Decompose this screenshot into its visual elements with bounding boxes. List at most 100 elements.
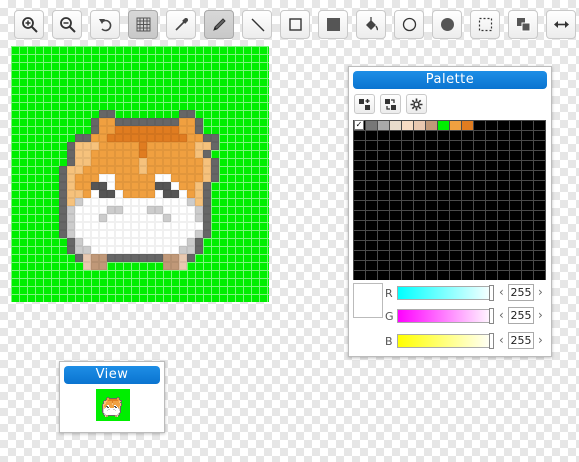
canvas-pixel <box>155 134 163 142</box>
canvas-pixel <box>139 134 147 142</box>
canvas-pixel <box>91 238 99 246</box>
canvas-pixel <box>99 134 107 142</box>
channel-slider[interactable] <box>397 333 494 349</box>
palette-swatches[interactable] <box>353 120 546 280</box>
undo-button[interactable] <box>90 10 120 39</box>
canvas-pixel <box>147 246 155 254</box>
chevron-right-icon[interactable]: › <box>538 285 543 299</box>
chevron-left-icon[interactable]: ‹ <box>499 285 504 299</box>
pixel-canvas[interactable] <box>11 46 269 302</box>
select-button[interactable] <box>470 10 500 39</box>
canvas-pixel <box>171 262 179 270</box>
channel-slider[interactable] <box>397 285 494 301</box>
canvas-pixel <box>195 182 203 190</box>
slider-thumb[interactable] <box>489 333 494 349</box>
canvas-pixel <box>211 174 219 182</box>
palette-select-checkbox[interactable]: ✓ <box>354 120 364 130</box>
slider-thumb[interactable] <box>489 308 494 324</box>
slider-thumb[interactable] <box>489 285 494 301</box>
canvas-pixel <box>147 134 155 142</box>
canvas-pixel <box>163 206 171 214</box>
gear-icon <box>410 98 423 111</box>
ellipse-button[interactable] <box>394 10 424 39</box>
canvas-pixel <box>123 206 131 214</box>
palette-settings-button[interactable] <box>406 94 427 114</box>
canvas-pixel <box>91 214 99 222</box>
canvas-pixel <box>179 214 187 222</box>
fill-button[interactable] <box>356 10 386 39</box>
chevron-right-icon[interactable]: › <box>538 308 543 322</box>
canvas-pixel <box>187 238 195 246</box>
canvas-pixel <box>163 126 171 134</box>
filled-rectangle-button[interactable] <box>318 10 348 39</box>
canvas-pixel <box>195 198 203 206</box>
zoom-out-button[interactable] <box>52 10 82 39</box>
canvas-pixel <box>75 190 83 198</box>
grid-button[interactable] <box>128 10 158 39</box>
channel-value[interactable]: 255 <box>508 307 534 324</box>
canvas-pixel <box>91 190 99 198</box>
canvas-pixel <box>123 198 131 206</box>
canvas-pixel <box>187 174 195 182</box>
canvas-pixel <box>123 158 131 166</box>
canvas-pixel <box>67 182 75 190</box>
canvas-pixel <box>99 166 107 174</box>
chevron-left-icon[interactable]: ‹ <box>499 308 504 322</box>
canvas-pixel <box>195 174 203 182</box>
filled-ellipse-button[interactable] <box>432 10 462 39</box>
rectangle-button[interactable] <box>280 10 310 39</box>
canvas-pixel <box>179 190 187 198</box>
grid-icon <box>136 17 151 32</box>
canvas-pixel <box>187 182 195 190</box>
eyedropper-button[interactable] <box>166 10 196 39</box>
canvas-pixel <box>91 166 99 174</box>
canvas-pixel <box>179 238 187 246</box>
chevron-left-icon[interactable]: ‹ <box>499 333 504 347</box>
view-thumbnail[interactable] <box>96 389 130 421</box>
pencil-button[interactable] <box>204 10 234 39</box>
canvas-pixel <box>187 166 195 174</box>
canvas-pixel <box>115 166 123 174</box>
copy-button[interactable] <box>508 10 538 39</box>
move-button[interactable] <box>546 10 576 39</box>
canvas-pixel <box>187 246 195 254</box>
canvas-pixel <box>83 246 91 254</box>
canvas-pixel <box>171 230 179 238</box>
canvas-pixel <box>75 166 83 174</box>
zoom-in-button[interactable] <box>14 10 44 39</box>
canvas-pixel <box>99 238 107 246</box>
canvas-pixel <box>123 142 131 150</box>
palette-replace-icon <box>385 99 396 110</box>
canvas-pixel <box>155 142 163 150</box>
canvas-pixel <box>179 174 187 182</box>
thumbnail-pixel <box>121 401 122 402</box>
palette-title[interactable]: Palette <box>353 71 547 89</box>
canvas-pixel <box>99 230 107 238</box>
canvas-pixel <box>123 230 131 238</box>
line-button[interactable] <box>242 10 272 39</box>
view-title[interactable]: View <box>64 366 160 384</box>
chevron-right-icon[interactable]: › <box>538 333 543 347</box>
canvas-pixel <box>75 174 83 182</box>
canvas-pixel <box>179 126 187 134</box>
canvas-pixel <box>147 182 155 190</box>
canvas-pixel <box>75 222 83 230</box>
palette-replace-button[interactable] <box>380 94 401 114</box>
channel-value[interactable]: 255 <box>508 332 534 349</box>
canvas-pixel <box>155 150 163 158</box>
thumbnail-pixel <box>118 415 119 416</box>
canvas-pixel <box>155 118 163 126</box>
canvas-pixel <box>179 206 187 214</box>
palette-grid <box>353 120 546 280</box>
canvas-pixel <box>75 150 83 158</box>
canvas-pixel <box>171 182 179 190</box>
canvas-pixel <box>131 206 139 214</box>
channel-value[interactable]: 255 <box>508 284 534 301</box>
channel-slider[interactable] <box>397 308 494 324</box>
palette-add-button[interactable] <box>354 94 375 114</box>
canvas-pixel <box>147 174 155 182</box>
canvas-pixel <box>131 158 139 166</box>
canvas-pixel <box>91 254 99 262</box>
canvas-pixel <box>187 150 195 158</box>
canvas-pixel <box>131 150 139 158</box>
